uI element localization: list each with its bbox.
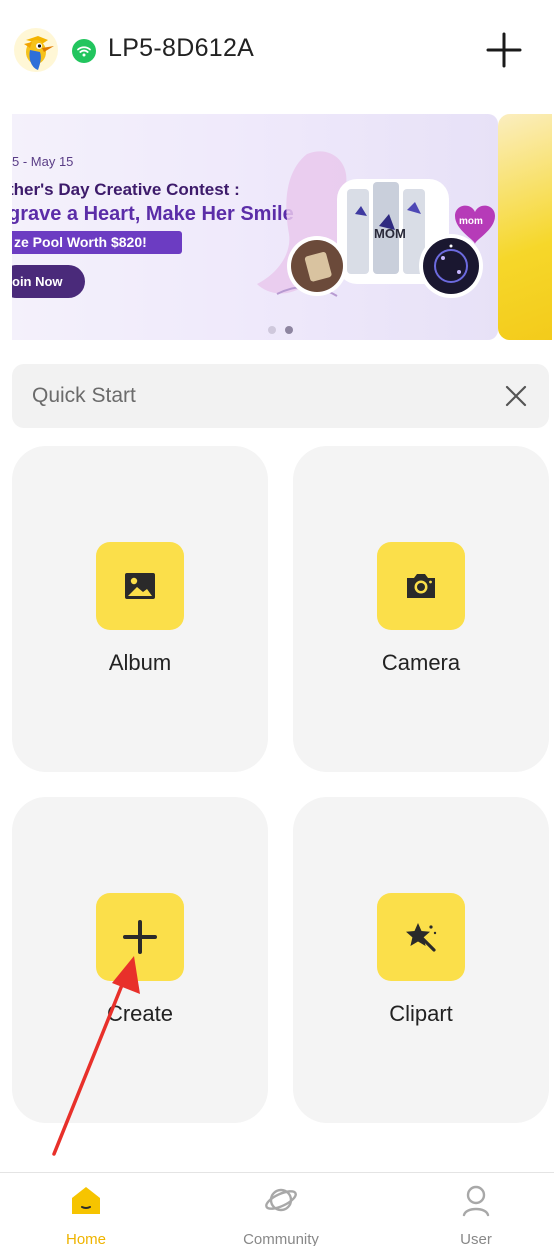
banner-mom-badge: mom [459, 216, 483, 227]
album-card[interactable]: Album [12, 446, 268, 772]
add-device-button[interactable] [484, 30, 524, 70]
close-icon[interactable] [503, 383, 529, 409]
svg-text:MOM: MOM [374, 226, 406, 241]
wifi-connected-icon [72, 39, 96, 63]
nav-home[interactable]: Home [26, 1173, 146, 1246]
image-icon [125, 573, 155, 599]
promo-banner-carousel[interactable]: 5 - May 15 ther's Day Creative Contest :… [12, 114, 552, 340]
device-name[interactable]: LP5-8D612A [108, 34, 254, 63]
carousel-dot-active [285, 326, 293, 334]
promo-banner-next-slide-peek[interactable] [498, 114, 552, 340]
banner-title-line1: ther's Day Creative Contest : [12, 180, 240, 199]
quick-start-label: Quick Start [32, 384, 136, 407]
camera-icon [407, 574, 435, 598]
banner-prize-tag: ze Pool Worth $820! [12, 231, 182, 254]
bird-logo-icon[interactable] [12, 26, 60, 74]
camera-label: Camera [381, 650, 461, 675]
nav-user-label: User [460, 1231, 492, 1246]
nav-community[interactable]: Community [221, 1173, 341, 1246]
camera-card[interactable]: Camera [293, 446, 549, 772]
album-label: Album [108, 650, 172, 675]
promo-banner-slide[interactable]: 5 - May 15 ther's Day Creative Contest :… [12, 114, 498, 340]
clipart-label: Clipart [389, 1001, 453, 1026]
nav-user[interactable]: User [416, 1173, 536, 1246]
home-icon [72, 1187, 100, 1214]
clipart-card[interactable]: Clipart [293, 797, 549, 1123]
carousel-indicator [267, 322, 307, 334]
camera-icon-box [377, 542, 465, 630]
star-wand-icon [406, 923, 437, 952]
header: LP5-8D612A [0, 0, 554, 100]
planet-icon [265, 1188, 297, 1212]
bottom-navigation: Home Community User [0, 1172, 554, 1246]
nav-community-label: Community [243, 1231, 319, 1246]
album-icon-box [96, 542, 184, 630]
clipart-icon-box [377, 893, 465, 981]
nav-home-label: Home [65, 1231, 106, 1246]
plus-icon [486, 32, 522, 68]
banner-join-button[interactable]: oin Now [12, 265, 85, 298]
user-icon [462, 1185, 490, 1217]
quick-start-bar: Quick Start [12, 364, 549, 428]
banner-artwork: MOM mom [257, 151, 495, 298]
annotation-arrow-icon [52, 956, 140, 1156]
carousel-dot [268, 326, 276, 334]
banner-date: 5 - May 15 [12, 154, 74, 169]
